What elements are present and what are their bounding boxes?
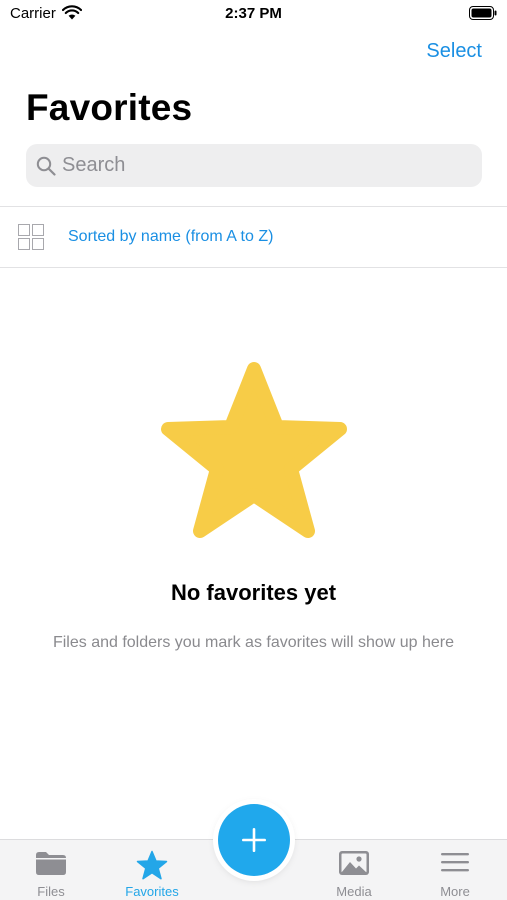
tab-label: Media	[336, 884, 372, 899]
select-button[interactable]: Select	[426, 40, 482, 63]
tab-label: Favorites	[125, 884, 179, 899]
status-bar: Carrier 2:37 PM	[0, 0, 507, 28]
sort-order-label[interactable]: Sorted by name (from A to Z)	[68, 228, 273, 246]
search-input[interactable]	[62, 144, 472, 187]
divider	[0, 206, 507, 207]
favorites-screen: Carrier 2:37 PM Select Favorites Sorted …	[0, 0, 507, 900]
add-button[interactable]	[218, 804, 290, 876]
clock: 2:37 PM	[225, 5, 282, 22]
folder-icon	[36, 852, 66, 875]
empty-state-title: No favorites yet	[170, 580, 337, 605]
tab-media[interactable]: Media	[304, 840, 404, 900]
star-icon	[136, 850, 168, 880]
tab-more[interactable]: More	[405, 840, 505, 900]
search-icon	[36, 156, 56, 176]
grid-view-icon[interactable]	[18, 224, 44, 250]
tab-label: More	[440, 884, 470, 899]
image-icon	[339, 851, 369, 875]
tab-files[interactable]: Files	[1, 840, 101, 900]
tab-favorites[interactable]: Favorites	[102, 840, 202, 900]
star-icon	[161, 362, 347, 538]
tab-label: Files	[37, 884, 65, 899]
empty-state-description: Files and folders you mark as favorites …	[52, 634, 455, 651]
divider	[0, 267, 507, 268]
plus-icon	[242, 828, 266, 852]
page-title: Favorites	[26, 87, 193, 128]
menu-icon	[441, 853, 469, 872]
search-bar[interactable]	[26, 144, 482, 187]
battery-icon	[469, 6, 497, 20]
